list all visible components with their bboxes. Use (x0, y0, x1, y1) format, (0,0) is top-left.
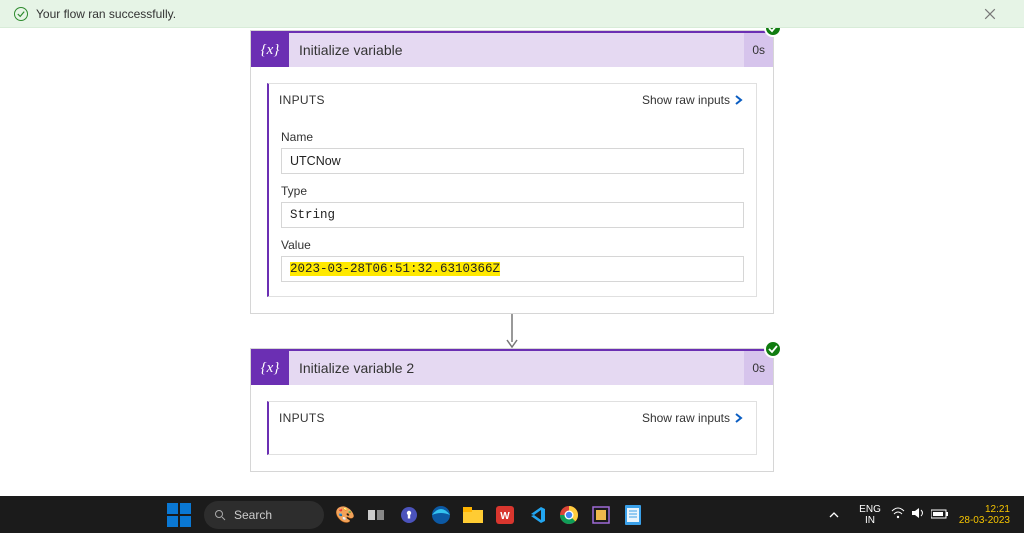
inputs-label: INPUTS (279, 93, 325, 107)
start-button[interactable] (160, 500, 198, 530)
taskbar-clock[interactable]: 12:21 28-03-2023 (959, 504, 1010, 526)
success-banner: Your flow ran successfully. (0, 0, 1024, 28)
taskbar-app-chrome[interactable] (554, 500, 584, 530)
wifi-icon[interactable] (891, 506, 905, 524)
show-raw-inputs-link[interactable]: Show raw inputs (642, 411, 744, 425)
taskbar-app-notepad[interactable] (618, 500, 648, 530)
search-placeholder: Search (234, 508, 272, 522)
inputs-panel: INPUTS Show raw inputs (267, 401, 757, 455)
search-icon (214, 509, 226, 521)
taskbar-app-vscode[interactable] (522, 500, 552, 530)
duration-badge: 0s (744, 33, 773, 67)
flow-canvas[interactable]: {x} Initialize variable 0s INPUTS Show r… (0, 28, 1024, 496)
taskbar-app-wps[interactable]: W (490, 500, 520, 530)
taskbar-app-explorer[interactable] (458, 500, 488, 530)
variable-icon: {x} (251, 351, 289, 385)
show-raw-inputs-link[interactable]: Show raw inputs (642, 93, 744, 107)
field-label-name: Name (281, 130, 744, 144)
taskbar-app-snip[interactable] (586, 500, 616, 530)
variable-icon: {x} (251, 33, 289, 67)
action-card-initialize-variable[interactable]: {x} Initialize variable 0s INPUTS Show r… (250, 30, 774, 314)
flow-connector-arrow (505, 314, 519, 348)
field-value-value: 2023-03-28T06:51:32.6310366Z (281, 256, 744, 282)
taskbar-app-edge[interactable] (426, 500, 456, 530)
battery-icon[interactable] (931, 506, 949, 524)
taskbar-app-teams[interactable] (394, 500, 424, 530)
inputs-label: INPUTS (279, 411, 325, 425)
taskbar-app-paint[interactable]: 🎨 (330, 500, 360, 530)
taskbar-overflow[interactable] (819, 500, 849, 530)
field-value-name: UTCNow (281, 148, 744, 174)
inputs-panel: INPUTS Show raw inputs Name UTCNow Type (267, 83, 757, 297)
taskbar-app-taskview[interactable] (362, 500, 392, 530)
field-label-type: Type (281, 184, 744, 198)
card-header[interactable]: {x} Initialize variable 0s (251, 31, 773, 67)
card-header[interactable]: {x} Initialize variable 2 0s (251, 349, 773, 385)
action-card-initialize-variable-2[interactable]: {x} Initialize variable 2 0s INPUTS Show… (250, 348, 774, 472)
chevron-right-icon (734, 95, 744, 105)
close-icon[interactable] (982, 6, 998, 22)
volume-icon[interactable] (911, 506, 925, 524)
success-check-icon (14, 7, 28, 21)
card-title: Initialize variable 2 (289, 360, 744, 376)
status-success-icon (764, 340, 782, 358)
chevron-up-icon (829, 510, 839, 520)
card-title: Initialize variable (289, 42, 744, 58)
taskbar-search[interactable]: Search (200, 500, 328, 530)
windows-taskbar[interactable]: Search 🎨 W ENG IN 12:21 28-03-2023 (0, 496, 1024, 533)
success-message: Your flow ran successfully. (36, 7, 176, 21)
svg-text:W: W (500, 511, 510, 522)
field-value-type: String (281, 202, 744, 228)
field-label-value: Value (281, 238, 744, 252)
language-indicator[interactable]: ENG IN (859, 504, 881, 526)
chevron-right-icon (734, 413, 744, 423)
